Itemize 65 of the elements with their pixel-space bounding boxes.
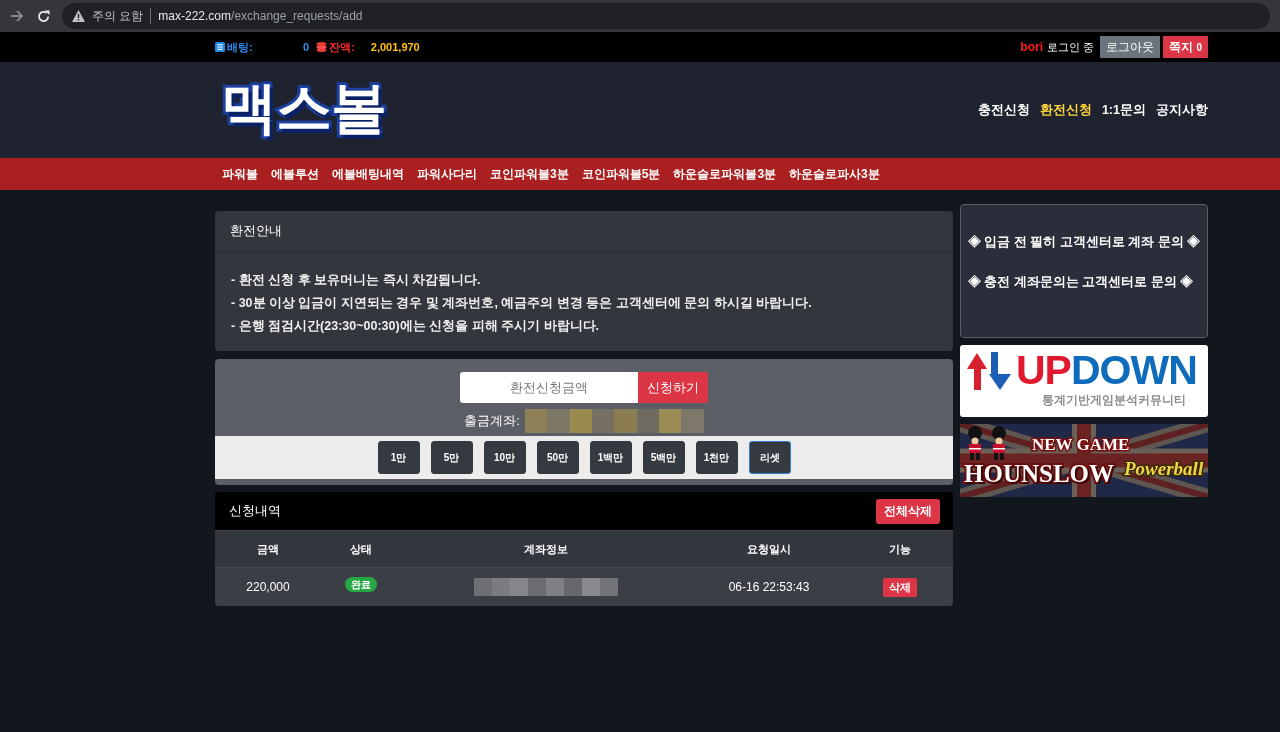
amount-button[interactable]: 5만 xyxy=(430,441,473,474)
column-header: 기능 xyxy=(889,541,911,557)
amount-input[interactable]: 환전신청금액 xyxy=(460,372,638,403)
banner-title: HOUNSLOW xyxy=(964,461,1115,486)
nav-link[interactable]: 1:1문의 xyxy=(1101,100,1146,120)
notice-line: - 30분 이상 입금이 지연되는 경우 및 계좌번호, 예금주의 변경 등은 고객센터에 문의 하시길 바랍니다. xyxy=(231,295,813,312)
notice-line: - 환전 신청 후 보유머니는 즉시 차감됩니다. xyxy=(231,272,482,289)
amount-button[interactable]: 10만 xyxy=(483,441,526,474)
banner-title: UPDOWN xyxy=(1016,350,1197,391)
url-text: max-222.com/exchange_requests/add xyxy=(158,8,363,25)
betting-label: 배팅: xyxy=(227,39,254,55)
nav-link[interactable]: 환전신청 xyxy=(1039,100,1092,120)
menu-link[interactable]: 파워사다리 xyxy=(417,165,477,183)
security-label: 주의 요함 xyxy=(92,8,144,25)
forward-icon[interactable] xyxy=(11,10,24,22)
messages-button[interactable]: 쪽지 0 xyxy=(1163,36,1208,58)
menu-link[interactable]: 코인파워볼5분 xyxy=(581,165,661,183)
banner-tagline: NEW GAME xyxy=(1032,436,1130,453)
betting-value: 0 xyxy=(303,39,310,55)
list-icon xyxy=(215,42,225,52)
site-logo[interactable]: 맥스볼 xyxy=(221,80,386,136)
balance-label: 잔액: xyxy=(329,39,355,55)
menu-link[interactable]: 파워볼 xyxy=(222,165,258,183)
coins-icon xyxy=(316,42,328,52)
nav-link[interactable]: 충전신청 xyxy=(977,100,1030,120)
menu-link[interactable]: 에볼배팅내역 xyxy=(332,165,404,183)
username: bori xyxy=(1020,39,1044,56)
status-badge: 완료 xyxy=(345,577,377,592)
amount-button[interactable]: 50만 xyxy=(536,441,579,474)
up-down-arrows-icon xyxy=(966,351,1012,390)
menu-link[interactable]: 코인파워볼3분 xyxy=(490,165,569,183)
menu-link[interactable]: 하운슬로파사3분 xyxy=(789,165,880,183)
notice-line: - 은행 점검시간(23:30~00:30)에는 신청을 피해 주시기 바랍니다. xyxy=(231,318,601,335)
logout-button[interactable]: 로그아웃 xyxy=(1100,36,1161,58)
notice-title: 환전안내 xyxy=(230,223,282,241)
address-bar[interactable]: 주의 요함 max-222.com/exchange_requests/add xyxy=(62,3,1270,29)
amount-button[interactable]: 5백만 xyxy=(642,441,685,474)
menu-link[interactable]: 에볼루션 xyxy=(271,165,319,183)
sidebar-notice: ◈ 입금 전 필히 고객센터로 계좌 문의 ◈ xyxy=(968,234,1200,251)
amount-button[interactable]: 1만 xyxy=(377,441,420,474)
delete-all-button[interactable]: 전체삭제 xyxy=(876,498,940,524)
table-cell-text: 06-16 22:53:43 xyxy=(728,579,810,596)
login-status: 로그인 중 xyxy=(1047,39,1095,55)
banner-subtitle: 통계기반게임분석커뮤니티 xyxy=(1042,394,1187,406)
balance-value: 2,001,970 xyxy=(370,39,420,55)
amount-button[interactable]: 1천만 xyxy=(695,441,738,474)
reset-button[interactable]: 리셋 xyxy=(748,441,791,474)
history-title: 신청내역 xyxy=(229,502,281,521)
flag-drawing[interactable] xyxy=(960,424,1208,497)
column-header: 상태 xyxy=(350,541,372,557)
nav-link[interactable]: 공지사항 xyxy=(1156,100,1208,120)
community-banner[interactable]: UPDOWN 통계기반게임분석커뮤니티 xyxy=(960,345,1208,417)
amount-button[interactable]: 1백만 xyxy=(589,441,632,474)
table-cell-text: 220,000 xyxy=(246,579,290,596)
sidebar-notice: ◈ 충전 계좌문의는 고객센터로 문의 ◈ xyxy=(968,274,1195,291)
menu-link[interactable]: 하운슬로파워볼3분 xyxy=(673,165,777,183)
column-header: 금액 xyxy=(257,541,279,557)
column-header: 계좌정보 xyxy=(524,541,568,557)
account-label: 출금계좌: xyxy=(464,411,520,430)
delete-button[interactable]: 삭제 xyxy=(883,577,917,597)
banner-subtitle: Powerball xyxy=(1124,459,1204,478)
submit-button[interactable]: 신청하기 xyxy=(638,372,708,403)
warning-icon xyxy=(72,10,85,22)
reload-icon[interactable] xyxy=(37,9,50,23)
column-header: 요청일시 xyxy=(747,541,791,557)
